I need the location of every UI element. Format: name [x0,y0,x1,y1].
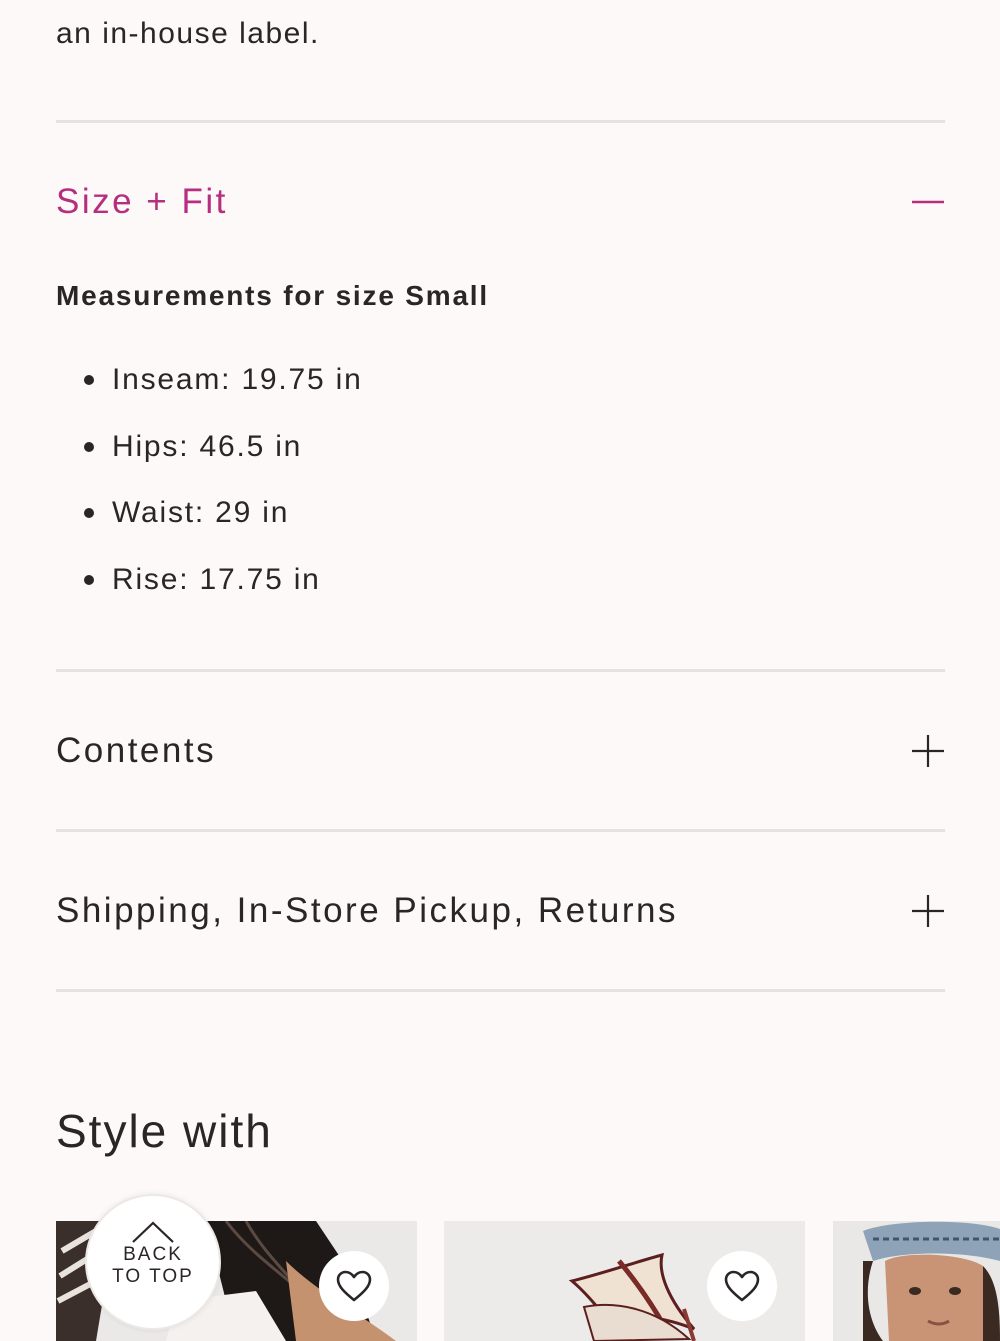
divider [56,669,945,672]
bullet-icon [84,508,94,518]
minus-icon[interactable] [911,185,945,219]
style-with-heading: Style with [56,1105,273,1157]
favorite-button[interactable] [319,1251,389,1321]
accordion-contents-title: Contents [56,731,217,770]
back-to-top-label-line2: TO TOP [112,1266,194,1287]
bullet-icon [84,375,94,385]
accordion-size-fit-header[interactable]: Size + Fit [56,172,945,232]
measurement-item-hips: Hips: 46.5 in [84,427,302,467]
plus-icon[interactable] [911,894,945,928]
product-image [833,1221,1000,1341]
divider [56,120,945,123]
back-to-top-button[interactable]: BACK TO TOP [85,1194,221,1330]
measurement-text: Inseam: 19.75 in [112,363,363,396]
accordion-shipping-title: Shipping, In-Store Pickup, Returns [56,891,678,930]
bullet-icon [84,575,94,585]
measurement-item-rise: Rise: 17.75 in [84,560,321,600]
back-to-top-label-line1: BACK [123,1244,183,1265]
measurement-text: Waist: 29 in [112,496,290,529]
bullet-icon [84,442,94,452]
divider [56,829,945,832]
product-card-2[interactable] [444,1221,805,1341]
chevron-up-icon [132,1221,174,1243]
favorite-button[interactable] [707,1251,777,1321]
heart-outline-icon [336,1270,372,1302]
product-description-text: an in-house label. [56,17,320,50]
product-card-3[interactable] [833,1221,1000,1341]
accordion-size-fit-title: Size + Fit [56,182,228,221]
measurements-heading: Measurements for size Small [56,280,489,311]
measurement-text: Hips: 46.5 in [112,430,303,463]
measurement-text: Rise: 17.75 in [112,563,321,596]
accordion-shipping-header[interactable]: Shipping, In-Store Pickup, Returns [56,881,945,941]
measurement-item-waist: Waist: 29 in [84,493,289,533]
divider [56,989,945,992]
heart-outline-icon [724,1270,760,1302]
accordion-contents-header[interactable]: Contents [56,721,945,781]
plus-icon[interactable] [911,734,945,768]
measurement-item-inseam: Inseam: 19.75 in [84,360,363,400]
